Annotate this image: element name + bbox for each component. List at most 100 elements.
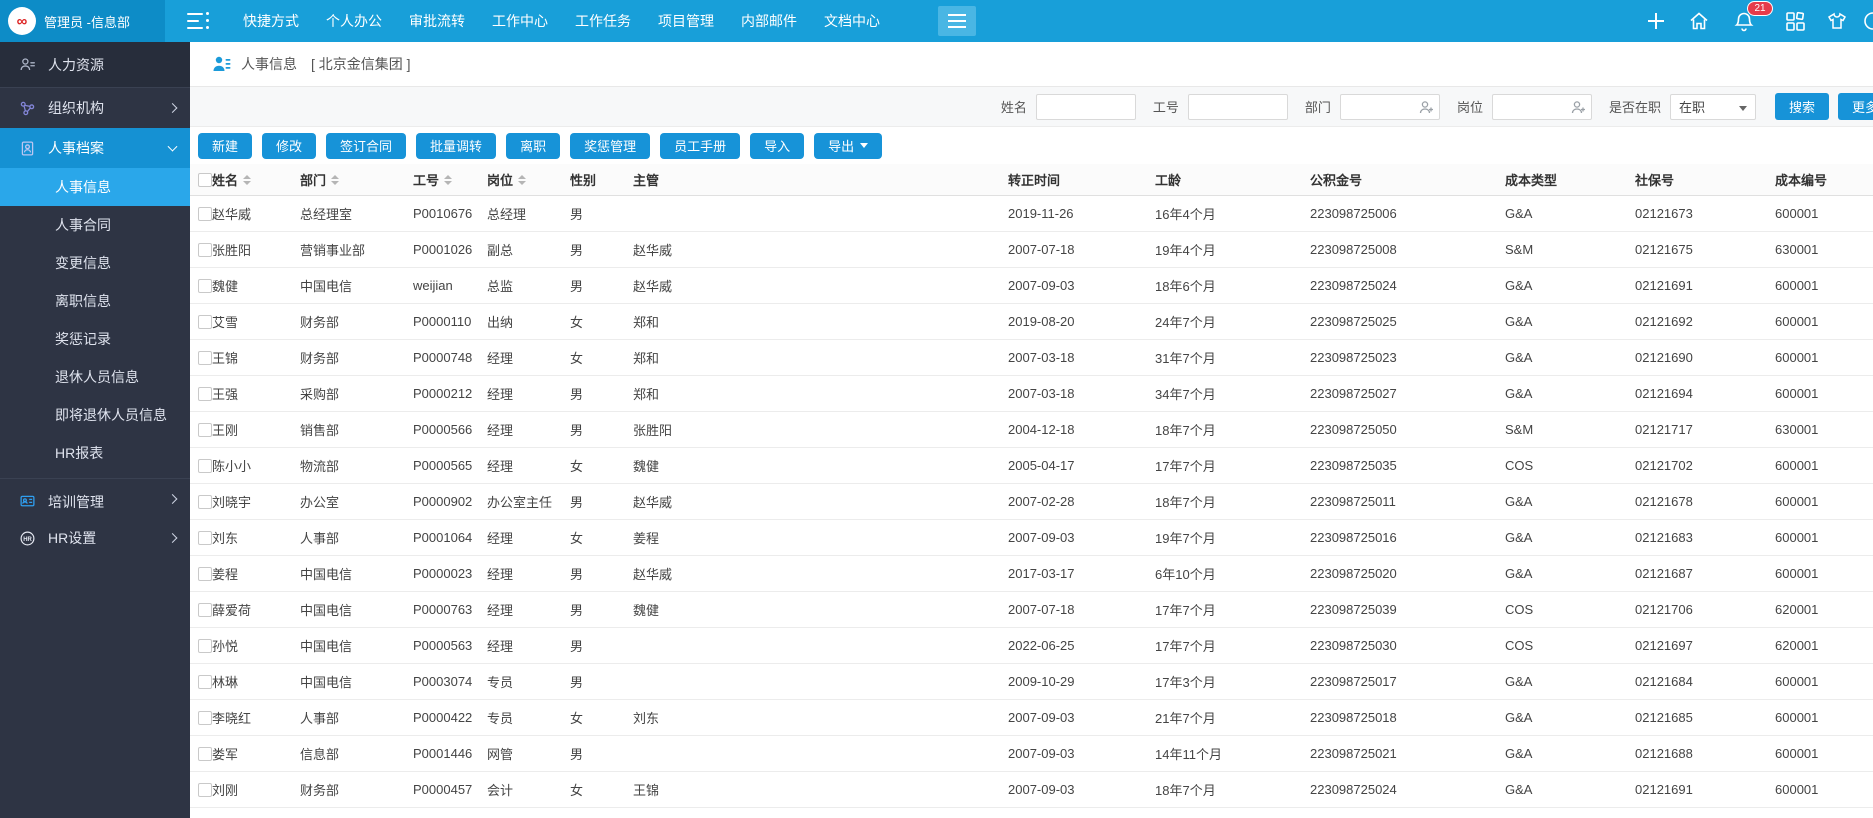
topbar-menu-item-2[interactable]: 个人办公 <box>326 11 382 31</box>
row-checkbox[interactable] <box>198 350 212 365</box>
column-header-6[interactable]: 主管 <box>633 170 1008 189</box>
sidebar-subitem-11[interactable]: HR报表 <box>0 434 190 472</box>
toolbar-button-4[interactable]: 批量调转 <box>416 132 497 159</box>
toolbar-button-1[interactable]: 新建 <box>198 132 253 159</box>
table-row[interactable]: 林琳 中国电信 P0003074 专员 男 2009-10-29 17年3个月 2230987… <box>190 664 1873 700</box>
cell-成本编号: 600001 <box>1775 710 1819 725</box>
row-checkbox[interactable] <box>198 206 212 221</box>
toolbar-button-9[interactable]: 导出 <box>814 132 883 159</box>
toolbar-button-3[interactable]: 签订合同 <box>326 132 407 159</box>
table-row[interactable]: 薛爱荷 中国电信 P0000763 经理 男 魏健 2007-07-18 17年7个月 2230… <box>190 592 1873 628</box>
sidebar-subitem-6[interactable]: 变更信息 <box>0 244 190 282</box>
user-plus-icon[interactable] <box>1570 99 1587 116</box>
user-plus-icon[interactable] <box>1418 99 1435 116</box>
row-checkbox[interactable] <box>198 638 212 653</box>
row-checkbox[interactable] <box>198 422 212 437</box>
column-header-10[interactable]: 成本类型 <box>1505 170 1635 189</box>
row-checkbox[interactable] <box>198 458 212 473</box>
column-header-7[interactable]: 转正时间 <box>1008 170 1155 189</box>
row-checkbox[interactable] <box>198 278 212 293</box>
select-all-checkbox[interactable] <box>198 172 212 187</box>
column-header-2[interactable]: 部门 <box>300 170 413 189</box>
sort-arrows-icon[interactable] <box>444 174 453 185</box>
cell-社保号: 02121702 <box>1635 458 1693 473</box>
column-header-3[interactable]: 工号 <box>413 170 487 189</box>
sidebar-subitem-5[interactable]: 人事合同 <box>0 206 190 244</box>
table-row[interactable]: 张胜阳 营销事业部 P0001026 副总 男 赵华威 2007-07-18 19年4个月 22… <box>190 232 1873 268</box>
table-row[interactable]: 娄军 信息部 P0001446 网管 男 2007-09-03 14年11个月 2230987… <box>190 736 1873 772</box>
table-row[interactable]: 刘晓宇 办公室 P0000902 办公室主任 男 赵华威 2007-02-28 18年7个月 2… <box>190 484 1873 520</box>
filter-input-field-1[interactable] <box>1036 94 1135 119</box>
row-checkbox[interactable] <box>198 746 212 761</box>
toolbar-button-5[interactable]: 离职 <box>506 132 561 159</box>
sidebar-subitem-9[interactable]: 退休人员信息 <box>0 358 190 396</box>
sidebar-subitem-8[interactable]: 奖惩记录 <box>0 320 190 358</box>
more-query-button[interactable]: 更多查询 <box>1837 93 1873 120</box>
toolbar-button-6[interactable]: 奖惩管理 <box>570 132 651 159</box>
table-row[interactable]: 刘刚 财务部 P0000457 会计 女 王锦 2007-09-03 18年7个月 223098… <box>190 772 1873 808</box>
table-row[interactable]: 艾雪 财务部 P0000110 出纳 女 郑和 2019-08-20 24年7个月 223098… <box>190 304 1873 340</box>
table-row[interactable]: 陈小小 物流部 P0000565 经理 女 魏健 2005-04-17 17年7个月 22309… <box>190 448 1873 484</box>
sidebar-subitem-7[interactable]: 离职信息 <box>0 282 190 320</box>
sidebar-item-label: 即将退休人员信息 <box>55 407 167 423</box>
row-checkbox[interactable] <box>198 566 212 581</box>
row-checkbox[interactable] <box>198 242 212 257</box>
column-header-8[interactable]: 工龄 <box>1155 170 1310 189</box>
row-checkbox[interactable] <box>198 386 212 401</box>
row-checkbox[interactable] <box>198 494 212 509</box>
collapse-menu-icon[interactable] <box>187 12 209 30</box>
sort-arrows-icon[interactable] <box>518 174 527 185</box>
column-header-4[interactable]: 岗位 <box>487 170 570 189</box>
theme-shirt-icon[interactable] <box>1826 10 1848 32</box>
toolbar-button-2[interactable]: 修改 <box>262 132 317 159</box>
topbar-menu-item-5[interactable]: 工作任务 <box>575 11 631 31</box>
table-row[interactable]: 刘东 人事部 P0001064 经理 女 姜程 2007-09-03 19年7个月 223098… <box>190 520 1873 556</box>
toolbar-button-7[interactable]: 员工手册 <box>660 132 741 159</box>
column-header-9[interactable]: 公积金号 <box>1310 170 1505 189</box>
row-checkbox[interactable] <box>198 314 212 329</box>
column-header-5[interactable]: 性别 <box>570 170 633 189</box>
table-row[interactable]: 王锦 财务部 P0000748 经理 女 郑和 2007-03-18 31年7个月 223098… <box>190 340 1873 376</box>
sort-arrows-icon[interactable] <box>331 174 340 185</box>
plus-icon[interactable] <box>1645 10 1667 32</box>
sidebar-item-12[interactable]: 培训管理 <box>0 478 190 518</box>
table-row[interactable]: 姜程 中国电信 P0000023 经理 男 赵华威 2017-03-17 6年10个月 2230… <box>190 556 1873 592</box>
topbar-menu-item-6[interactable]: 项目管理 <box>658 11 714 31</box>
topbar-menu-item-8[interactable]: 文档中心 <box>824 11 880 31</box>
search-button[interactable]: 搜索 <box>1774 93 1829 120</box>
toolbar-button-8[interactable]: 导入 <box>750 132 805 159</box>
sidebar-group-hr[interactable]: 人力资源 <box>0 42 190 88</box>
more-menu-icon[interactable] <box>938 6 976 36</box>
row-checkbox[interactable] <box>198 710 212 725</box>
sidebar-subitem-4[interactable]: 人事信息 <box>0 168 190 206</box>
sidebar-item-13[interactable]: HR HR设置 <box>0 518 190 558</box>
employment-status-select[interactable]: 在职 <box>1669 93 1756 120</box>
sort-arrows-icon[interactable] <box>243 174 252 185</box>
table-row[interactable]: 李晓红 人事部 P0000422 专员 女 刘东 2007-09-03 21年7个月 22309… <box>190 700 1873 736</box>
help-circle-icon[interactable] <box>1862 10 1873 32</box>
column-header-1[interactable]: 姓名 <box>212 170 300 189</box>
topbar-menu-item-7[interactable]: 内部邮件 <box>741 11 797 31</box>
topbar-menu-item-3[interactable]: 审批流转 <box>409 11 465 31</box>
sidebar-item-2[interactable]: 组织机构 <box>0 88 190 128</box>
app-logo-icon[interactable]: ∞ <box>8 7 36 35</box>
home-icon[interactable] <box>1688 10 1710 32</box>
sidebar-item-3[interactable]: 人事档案 <box>0 128 190 168</box>
column-header-11[interactable]: 社保号 <box>1635 170 1775 189</box>
topbar-menu-item-1[interactable]: 快捷方式 <box>243 11 299 31</box>
row-checkbox[interactable] <box>198 530 212 545</box>
table-row[interactable]: 赵华威 总经理室 P0010676 总经理 男 2019-11-26 16年4个月 22309… <box>190 196 1873 232</box>
filter-input-field-2[interactable] <box>1188 94 1287 119</box>
row-checkbox[interactable] <box>198 782 212 797</box>
table-row[interactable]: 王强 采购部 P0000212 经理 男 郑和 2007-03-18 34年7个月 223098… <box>190 376 1873 412</box>
table-row[interactable]: 孙悦 中国电信 P0000563 经理 男 2022-06-25 17年7个月 2230987… <box>190 628 1873 664</box>
sidebar-subitem-10[interactable]: 即将退休人员信息 <box>0 396 190 434</box>
table-row[interactable]: 王刚 销售部 P0000566 经理 男 张胜阳 2004-12-18 18年7个月 22309… <box>190 412 1873 448</box>
row-checkbox[interactable] <box>198 674 212 689</box>
topbar-menu-item-4[interactable]: 工作中心 <box>492 11 548 31</box>
row-checkbox[interactable] <box>198 602 212 617</box>
apps-grid-icon[interactable] <box>1784 10 1806 32</box>
table-row[interactable]: 魏健 中国电信 weijian 总监 男 赵华威 2007-09-03 18年6个月 22309… <box>190 268 1873 304</box>
column-header-12[interactable]: 成本编号 <box>1775 170 1873 189</box>
toolbar-button-label: 导入 <box>764 139 791 154</box>
